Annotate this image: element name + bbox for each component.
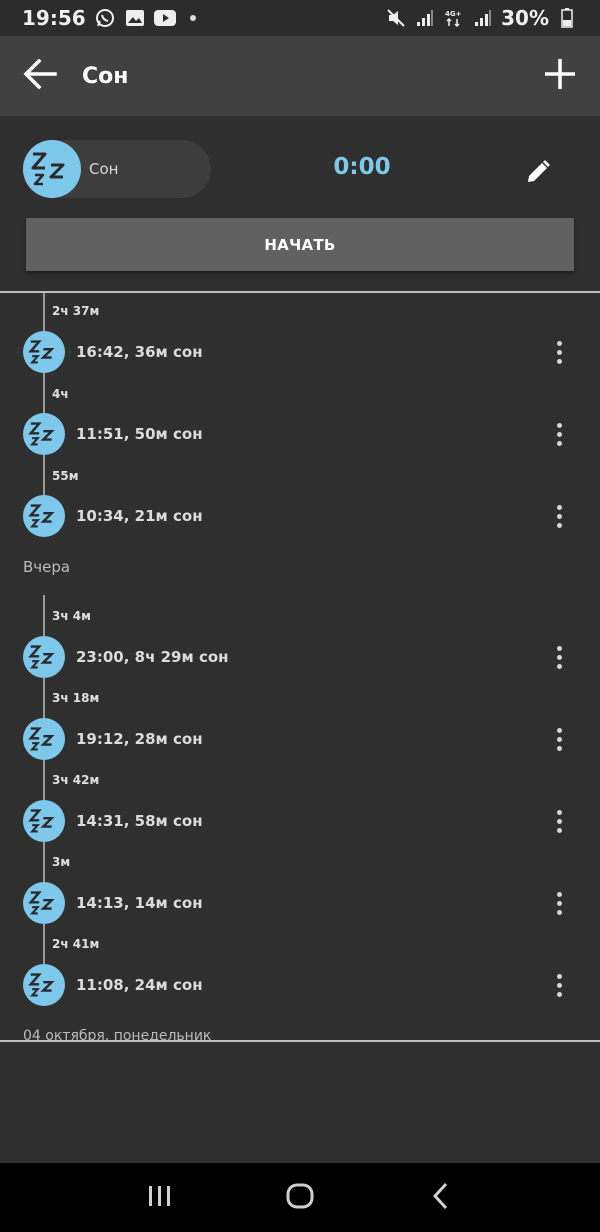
system-nav-bar: [0, 1163, 600, 1232]
entry-text: 16:42, 36м сон: [76, 343, 203, 361]
sleep-zz-icon: [23, 413, 65, 455]
more-vert-icon[interactable]: [544, 883, 574, 923]
more-vert-icon[interactable]: [544, 719, 574, 759]
more-vert-icon[interactable]: [544, 801, 574, 841]
chevron-left-icon: [431, 1182, 449, 1214]
battery-icon: [556, 8, 578, 28]
activity-label: Сон: [89, 160, 119, 178]
list-item[interactable]: 16:42, 36м сон: [0, 329, 600, 375]
more-vert-icon[interactable]: [544, 965, 574, 1005]
home-button[interactable]: [270, 1168, 330, 1228]
arrow-left-icon: [23, 58, 57, 93]
start-button[interactable]: НАЧАТЬ: [26, 218, 574, 271]
activity-selector[interactable]: Сон: [23, 140, 211, 198]
entry-text: 10:34, 21м сон: [76, 507, 203, 525]
youtube-icon: [153, 8, 176, 28]
gap-duration: 3ч 18м: [52, 691, 100, 705]
timer-display: 0:00: [333, 154, 391, 180]
plus-icon: [544, 58, 576, 94]
sleep-zz-icon: [23, 636, 65, 678]
section-header-yesterday: Вчера: [23, 558, 71, 576]
gap-duration: 3ч 42м: [52, 773, 100, 787]
back-button[interactable]: [0, 36, 80, 116]
battery-percent: 30%: [501, 6, 549, 30]
timeline-connector: [43, 293, 45, 505]
gap-duration: 2ч 41м: [52, 937, 100, 951]
sleep-zz-icon: [23, 331, 65, 373]
dot-icon: [189, 15, 196, 21]
4g-signal-icon: 4G+: [443, 8, 465, 28]
app-bar: Сон: [0, 36, 600, 116]
sleep-zz-icon: [23, 718, 65, 760]
gap-duration: 3м: [52, 855, 71, 869]
entry-text: 23:00, 8ч 29м сон: [76, 648, 229, 666]
list-item[interactable]: 14:13, 14м сон: [0, 880, 600, 926]
mute-icon: [385, 8, 407, 28]
add-button[interactable]: [520, 36, 600, 116]
signal-icon: [414, 8, 436, 28]
gap-duration: 2ч 37м: [52, 304, 100, 318]
more-vert-icon[interactable]: [544, 637, 574, 677]
sleep-zz-icon: [23, 495, 65, 537]
entry-text: 14:31, 58м сон: [76, 812, 203, 830]
list-item[interactable]: 11:51, 50м сон: [0, 411, 600, 457]
edit-button[interactable]: [516, 152, 560, 196]
list-item[interactable]: 10:34, 21м сон: [0, 493, 600, 539]
gap-duration: 55м: [52, 469, 79, 483]
list-item[interactable]: 23:00, 8ч 29м сон: [0, 634, 600, 680]
section-header-date: 04 октября, понедельник: [23, 1028, 212, 1040]
sleep-history-list[interactable]: 2ч 37м 16:42, 36м сон 4ч 11:51, 50м сон …: [0, 293, 600, 1040]
list-item[interactable]: 14:31, 58м сон: [0, 798, 600, 844]
entry-text: 11:51, 50м сон: [76, 425, 203, 443]
gap-duration: 4ч: [52, 387, 69, 401]
status-bar: 19:56 4G+ 30%: [0, 0, 600, 36]
screen: 19:56 4G+ 30% Сон Сон 0:00 НАЧАТЬ 2ч 37м…: [0, 0, 600, 1232]
signal-icon: [472, 8, 494, 28]
status-time: 19:56: [22, 6, 86, 30]
sleep-zz-icon: [23, 140, 81, 198]
entry-text: 11:08, 24м сон: [76, 976, 203, 994]
more-vert-icon[interactable]: [544, 332, 574, 372]
gap-duration: 3ч 4м: [52, 609, 91, 623]
sleep-zz-icon: [23, 964, 65, 1006]
more-vert-icon[interactable]: [544, 496, 574, 536]
entry-text: 19:12, 28м сон: [76, 730, 203, 748]
empty-area: [0, 1042, 600, 1163]
recent-apps-button[interactable]: [130, 1168, 190, 1228]
activity-header: Сон 0:00 НАЧАТЬ: [0, 116, 600, 292]
pencil-icon: [525, 159, 551, 189]
image-icon: [124, 8, 146, 28]
home-icon: [286, 1183, 314, 1213]
entry-text: 14:13, 14м сон: [76, 894, 203, 912]
back-nav-button[interactable]: [410, 1168, 470, 1228]
page-title: Сон: [82, 63, 129, 89]
recent-apps-icon: [147, 1184, 173, 1212]
more-vert-icon[interactable]: [544, 414, 574, 454]
list-item[interactable]: 11:08, 24м сон: [0, 962, 600, 1008]
svg-text:4G+: 4G+: [445, 10, 462, 18]
list-item[interactable]: 19:12, 28м сон: [0, 716, 600, 762]
sleep-zz-icon: [23, 800, 65, 842]
sleep-zz-icon: [23, 882, 65, 924]
whatsapp-icon: [94, 8, 116, 28]
